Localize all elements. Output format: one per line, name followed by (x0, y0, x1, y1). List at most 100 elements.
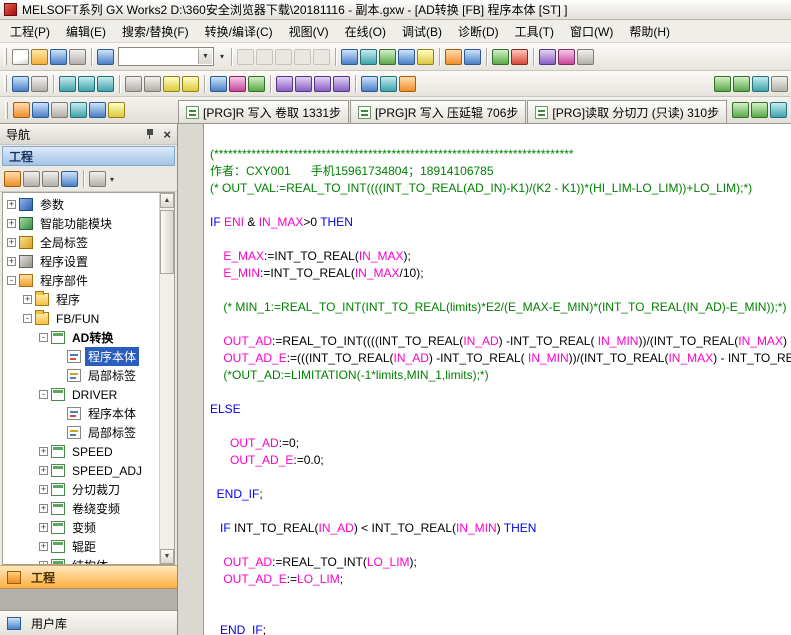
expand-icon[interactable]: + (7, 200, 16, 209)
tree-item[interactable]: -DRIVER (3, 385, 159, 404)
statement-edit-icon[interactable] (380, 76, 397, 92)
save-project-icon[interactable] (50, 49, 67, 65)
redo-icon[interactable] (313, 49, 330, 65)
program-common-icon[interactable] (12, 76, 29, 92)
tree-item[interactable]: +SPEED (3, 442, 159, 461)
module-monitor-icon[interactable] (733, 76, 750, 92)
device-comment-window-icon[interactable] (70, 102, 87, 118)
tree-item[interactable]: +变频 (3, 518, 159, 537)
tree-item[interactable]: 程序本体 (3, 347, 159, 366)
menu-item[interactable]: 视图(V) (281, 20, 337, 43)
st-code-area[interactable]: (***************************************… (204, 124, 791, 635)
window-cascade-icon[interactable] (31, 76, 48, 92)
document-tab[interactable]: [PRG]R 写入 压延辊 706步 (350, 100, 526, 123)
create-new-data-icon[interactable] (4, 171, 21, 187)
tree-item[interactable]: +分切裁刀 (3, 480, 159, 499)
st-toolbar-icon[interactable] (732, 102, 749, 118)
menu-item[interactable]: 帮助(H) (621, 20, 678, 43)
verify-icon[interactable] (379, 49, 396, 65)
tree-item[interactable]: +智能功能模块 (3, 214, 159, 233)
expand-icon[interactable]: + (7, 257, 16, 266)
cross-reference-icon[interactable] (163, 76, 180, 92)
collapse-icon[interactable]: - (7, 276, 16, 285)
undo-icon[interactable] (294, 49, 311, 65)
program-check-icon[interactable] (248, 76, 265, 92)
pin-icon[interactable] (145, 128, 156, 140)
menu-item[interactable]: 窗口(W) (562, 20, 621, 43)
find-icon[interactable] (125, 76, 142, 92)
comment-edit-icon[interactable] (361, 76, 378, 92)
tree-item[interactable]: 局部标签 (3, 366, 159, 385)
toolbar-overflow-icon[interactable]: ▾ (107, 175, 117, 184)
sampling-trace-icon[interactable] (752, 76, 769, 92)
zoom-icon[interactable] (577, 49, 594, 65)
nav-view-userlib-button[interactable]: 用户库 (0, 611, 177, 635)
menu-item[interactable]: 在线(O) (337, 20, 394, 43)
menu-item[interactable]: 工具(T) (507, 20, 562, 43)
note-edit-icon[interactable] (399, 76, 416, 92)
device-memory-icon[interactable] (360, 49, 377, 65)
tree-item[interactable]: 程序本体 (3, 404, 159, 423)
ladder-symbol-4-icon[interactable] (333, 76, 350, 92)
expand-icon[interactable]: + (39, 542, 48, 551)
output-window-icon[interactable] (51, 102, 68, 118)
st-edit-icon[interactable] (558, 49, 575, 65)
toolbar-overflow-icon[interactable]: ▾ (217, 52, 227, 61)
selection-window-icon[interactable] (32, 102, 49, 118)
device-display-2-icon[interactable] (78, 76, 95, 92)
toolbar-grip-handle[interactable] (4, 75, 7, 92)
tree-item[interactable]: +程序 (3, 290, 159, 309)
tree-item[interactable]: +卷绕变频 (3, 499, 159, 518)
menu-item[interactable]: 搜索/替换(F) (114, 20, 197, 43)
read-from-plc-icon[interactable] (445, 49, 462, 65)
copy-icon[interactable] (256, 49, 273, 65)
device-list-icon[interactable] (182, 76, 199, 92)
options-icon[interactable] (771, 76, 788, 92)
expand-icon[interactable]: + (39, 466, 48, 475)
expand-icon[interactable]: + (39, 504, 48, 513)
expand-icon[interactable]: + (23, 295, 32, 304)
toolbar-grip-handle[interactable] (5, 102, 8, 119)
ladder-edit-icon[interactable] (539, 49, 556, 65)
intelligent-function-tool-icon[interactable] (714, 76, 731, 92)
document-tab[interactable]: [PRG]R 写入 卷取 1331步 (178, 100, 349, 123)
close-icon[interactable]: × (163, 129, 171, 140)
nav-view-project-button[interactable]: 工程 (0, 565, 177, 589)
scroll-up-icon[interactable]: ▲ (160, 193, 174, 208)
write-to-plc-icon[interactable] (464, 49, 481, 65)
expand-icon[interactable]: + (39, 485, 48, 494)
paste-icon[interactable] (275, 49, 292, 65)
tree-item[interactable]: -FB/FUN (3, 309, 159, 328)
tree-item[interactable]: +程序设置 (3, 252, 159, 271)
monitor-start-icon[interactable] (492, 49, 509, 65)
find-replace-icon[interactable] (144, 76, 161, 92)
tree-item[interactable]: +结构体 (3, 556, 159, 564)
fb-toolbar-icon[interactable] (751, 102, 768, 118)
menu-item[interactable]: 编辑(E) (58, 20, 114, 43)
device-comment-icon[interactable] (341, 49, 358, 65)
tree-item[interactable]: -程序部件 (3, 271, 159, 290)
toolbar-grip-handle[interactable] (4, 48, 7, 65)
ladder-symbol-1-icon[interactable] (276, 76, 293, 92)
toolbar-combobox[interactable]: ▼ (118, 47, 214, 66)
collapse-icon[interactable]: - (39, 390, 48, 399)
tree-item[interactable]: 局部标签 (3, 423, 159, 442)
parameter-setting-icon[interactable] (398, 49, 415, 65)
menu-item[interactable]: 转换/编译(C) (197, 20, 281, 43)
comment-display-icon[interactable] (97, 76, 114, 92)
sort-icon[interactable] (23, 171, 40, 187)
title-bar[interactable]: MELSOFT系列 GX Works2 D:\360安全浏览器下载\201811… (0, 0, 791, 20)
menu-item[interactable]: 诊断(D) (450, 20, 507, 43)
collapse-tree-icon[interactable] (42, 171, 59, 187)
label-setting-icon[interactable] (417, 49, 434, 65)
collapse-icon[interactable]: - (39, 333, 48, 342)
ladder-symbol-2-icon[interactable] (295, 76, 312, 92)
tree-item[interactable]: +参数 (3, 195, 159, 214)
menu-item[interactable]: 调试(B) (394, 20, 450, 43)
new-project-icon[interactable] (12, 49, 29, 65)
tree-item[interactable]: +辊距 (3, 537, 159, 556)
document-tab[interactable]: [PRG]读取 分切刀 (只读) 310步 (527, 100, 727, 123)
expand-icon[interactable]: + (39, 561, 48, 564)
find-result-window-icon[interactable] (108, 102, 125, 118)
expand-icon[interactable]: + (7, 219, 16, 228)
